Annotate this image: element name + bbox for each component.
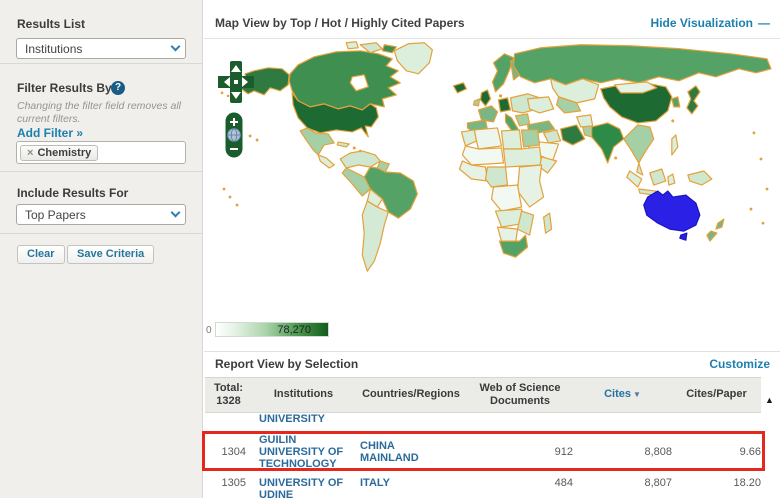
results-table-body: UNIVERSITY 1304 GUILIN UNIVERSITY OF TEC… [205,413,761,498]
filter-tag-label: Chemistry [37,147,91,159]
filter-results-by-label: Filter Results By [17,81,112,95]
zoom-out-button[interactable] [230,148,238,150]
chevron-down-icon [165,39,185,58]
documents-cell: 912 [467,446,573,458]
chevron-down-icon [165,205,185,224]
map-view-title: Map View by Top / Hot / Highly Cited Pap… [215,16,465,30]
country-link[interactable]: ITALY [360,477,432,489]
hide-visualization-link[interactable]: Hide Visualization— [651,16,770,30]
remove-filter-icon[interactable]: × [27,147,33,159]
world-map-container [210,40,776,300]
section-divider [204,351,780,352]
legend-max-value: 78,270 [277,324,311,336]
map-country-australia-selected[interactable] [644,191,700,240]
column-header-cites-per-paper[interactable]: Cites/Paper [672,388,761,401]
help-icon[interactable]: ? [111,81,125,95]
column-header-cites-sorted[interactable]: Cites▼ [573,388,672,401]
cites-cell: 8,807 [573,477,672,489]
institution-link[interactable]: UNIVERSITY [259,413,351,425]
country-link[interactable]: CHINA MAINLAND [360,440,432,464]
map-color-legend: 0 78,270 [204,322,344,338]
results-list-selected-value: Institutions [25,42,82,56]
table-row-partial[interactable]: UNIVERSITY [205,413,761,432]
map-pan-control[interactable] [218,60,254,104]
header-divider [204,38,780,39]
sidebar-divider [0,63,203,64]
legend-gradient-bar: 78,270 [215,322,329,337]
institution-link[interactable]: GUILIN UNIVERSITY OF TECHNOLOGY [259,434,351,470]
rank-cell: 1304 [205,446,252,458]
column-header-institutions[interactable]: Institutions [252,388,355,401]
legend-min-value: 0 [206,325,212,336]
sort-descending-icon: ▼ [633,390,641,399]
filter-tag-chemistry[interactable]: × Chemistry [20,145,98,161]
include-results-selected-value: Top Papers [25,208,86,222]
cites-per-paper-cell: 18.20 [672,477,761,489]
report-view-title: Report View by Selection [215,357,358,371]
results-table-header: Total: 1328 Institutions Countries/Regio… [205,377,761,413]
results-list-select[interactable]: Institutions [16,38,186,59]
add-filter-link[interactable]: Add Filter » [17,126,83,140]
globe-reset-button[interactable] [228,129,240,141]
column-header-documents[interactable]: Web of Science Documents [467,382,573,408]
documents-cell: 484 [467,477,573,489]
esi-indicators-page: Results List Institutions Filter Results… [0,0,780,498]
cites-cell: 8,808 [573,446,672,458]
column-header-total: Total: 1328 [205,382,252,408]
table-row-highlighted[interactable]: 1304 GUILIN UNIVERSITY OF TECHNOLOGY CHI… [205,432,761,472]
include-results-select[interactable]: Top Papers [16,204,186,225]
clear-button[interactable]: Clear [17,245,65,264]
active-filters-field[interactable]: × Chemistry [16,141,186,164]
results-list-label: Results List [17,17,85,31]
map-countries[interactable] [240,42,771,271]
customize-link[interactable]: Customize [709,357,770,371]
institution-link[interactable]: UNIVERSITY OF UDINE [259,477,351,498]
filters-sidebar: Results List Institutions Filter Results… [0,0,203,498]
table-row[interactable]: 1305 UNIVERSITY OF UDINE ITALY 484 8,807… [205,472,761,498]
save-criteria-button[interactable]: Save Criteria [67,245,154,264]
world-choropleth-map[interactable] [210,40,776,300]
minus-icon: — [758,16,770,30]
filter-note: Changing the filter field removes all cu… [17,100,189,126]
sidebar-divider [0,233,203,234]
scroll-up-icon[interactable]: ▲ [765,395,774,405]
column-header-countries[interactable]: Countries/Regions [355,388,467,401]
map-zoom-control[interactable] [225,112,243,158]
sidebar-divider [0,171,203,172]
rank-cell: 1305 [205,477,252,489]
include-results-for-label: Include Results For [17,186,128,200]
cites-per-paper-cell: 9.66 [672,446,761,458]
visualization-panel: Map View by Top / Hot / Highly Cited Pap… [204,0,780,498]
